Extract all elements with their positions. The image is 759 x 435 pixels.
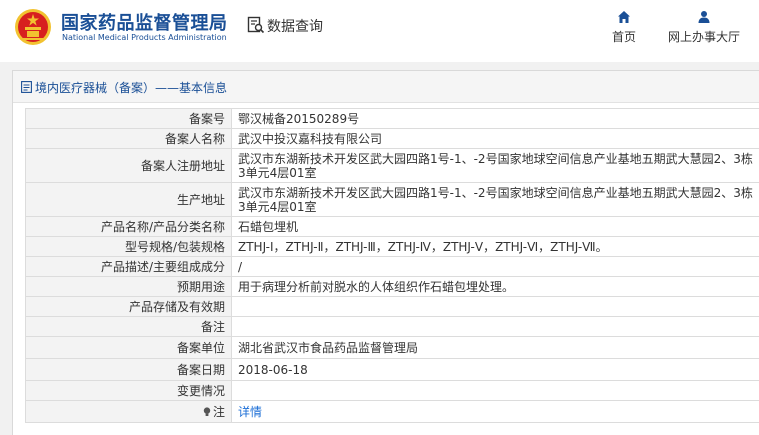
data-query-label[interactable]: 数据查询 xyxy=(267,16,323,36)
table-row: 备案人注册地址 武汉市东湖新技术开发区武大园四路1号-1、-2号国家地球空间信息… xyxy=(25,148,759,183)
field-label: 变更情况 xyxy=(25,380,232,401)
field-label: 产品存储及有效期 xyxy=(25,296,232,317)
table-row: 备注 xyxy=(25,316,759,337)
field-value: 武汉市东湖新技术开发区武大园四路1号-1、-2号国家地球空间信息产业基地五期武大… xyxy=(231,148,759,183)
table-row: 生产地址 武汉市东湖新技术开发区武大园四路1号-1、-2号国家地球空间信息产业基… xyxy=(25,182,759,217)
site-brand-subtitle: National Medical Products Administration xyxy=(62,33,227,42)
panel-title-bar: 境内医疗器械（备案）——基本信息 xyxy=(13,71,759,103)
document-icon xyxy=(21,81,32,93)
table-row: 注 详情 xyxy=(25,400,759,423)
table-row: 备案号 鄂汉械备20150289号 xyxy=(25,108,759,129)
field-value xyxy=(231,380,759,401)
field-label: 注 xyxy=(212,405,225,419)
nav-online-service-link[interactable]: 网上办事大厅 xyxy=(660,10,748,48)
field-label: 备注 xyxy=(25,316,232,337)
table-row: 备案单位 湖北省武汉市食品药品监督管理局 xyxy=(25,336,759,359)
national-emblem-icon[interactable] xyxy=(13,8,53,46)
table-row: 预期用途 用于病理分析前对脱水的人体组织作石蜡包埋处理。 xyxy=(25,276,759,297)
field-value: 石蜡包埋机 xyxy=(231,216,759,237)
record-panel: 境内医疗器械（备案）——基本信息 备案号 鄂汉械备20150289号 备案人名称… xyxy=(12,70,759,435)
details-link[interactable]: 详情 xyxy=(238,405,262,419)
field-value: 2018-06-18 xyxy=(231,358,759,381)
nav-home-link[interactable]: 首页 xyxy=(604,10,644,48)
record-info-table: 备案号 鄂汉械备20150289号 备案人名称 武汉中投汉嘉科技有限公司 备案人… xyxy=(25,108,759,423)
table-row: 备案人名称 武汉中投汉嘉科技有限公司 xyxy=(25,128,759,149)
table-row: 型号规格/包装规格 ZTHJ-Ⅰ，ZTHJ-Ⅱ，ZTHJ-Ⅲ，ZTHJ-Ⅳ，ZT… xyxy=(25,236,759,257)
lightbulb-icon xyxy=(203,407,211,416)
field-label: 备案单位 xyxy=(25,336,232,359)
field-label: 备案人名称 xyxy=(25,128,232,149)
field-value: / xyxy=(231,256,759,277)
table-row: 产品名称/产品分类名称 石蜡包埋机 xyxy=(25,216,759,237)
data-query-icon xyxy=(247,16,265,34)
site-header: 国家药品监督管理局 National Medical Products Admi… xyxy=(0,0,759,62)
field-label: 备案人注册地址 xyxy=(25,148,232,183)
field-label: 备案日期 xyxy=(25,358,232,381)
field-value: 湖北省武汉市食品药品监督管理局 xyxy=(231,336,759,359)
field-value-cell: 详情 xyxy=(231,400,759,423)
field-label: 备案号 xyxy=(25,108,232,129)
field-value: 鄂汉械备20150289号 xyxy=(231,108,759,129)
field-label: 生产地址 xyxy=(25,182,232,217)
field-label: 预期用途 xyxy=(25,276,232,297)
site-brand-title[interactable]: 国家药品监督管理局 xyxy=(61,9,228,35)
field-label: 产品描述/主要组成成分 xyxy=(25,256,232,277)
panel-title: 境内医疗器械（备案）——基本信息 xyxy=(35,81,228,95)
field-value xyxy=(231,296,759,317)
table-row: 变更情况 xyxy=(25,380,759,401)
note-label-cell: 注 xyxy=(25,400,232,423)
field-value: 武汉中投汉嘉科技有限公司 xyxy=(231,128,759,149)
table-row: 产品描述/主要组成成分 / xyxy=(25,256,759,277)
user-icon xyxy=(698,11,710,23)
table-row: 备案日期 2018-06-18 xyxy=(25,358,759,381)
nav-online-service-label: 网上办事大厅 xyxy=(667,30,740,44)
nav-home-label: 首页 xyxy=(611,30,636,44)
field-label: 产品名称/产品分类名称 xyxy=(25,216,232,237)
field-value xyxy=(231,316,759,337)
field-value: 武汉市东湖新技术开发区武大园四路1号-1、-2号国家地球空间信息产业基地五期武大… xyxy=(231,182,759,217)
field-label: 型号规格/包装规格 xyxy=(25,236,232,257)
field-value: 用于病理分析前对脱水的人体组织作石蜡包埋处理。 xyxy=(231,276,759,297)
table-row: 产品存储及有效期 xyxy=(25,296,759,317)
home-icon xyxy=(618,11,630,23)
field-value: ZTHJ-Ⅰ，ZTHJ-Ⅱ，ZTHJ-Ⅲ，ZTHJ-Ⅳ，ZTHJ-Ⅴ，ZTHJ-… xyxy=(231,236,759,257)
